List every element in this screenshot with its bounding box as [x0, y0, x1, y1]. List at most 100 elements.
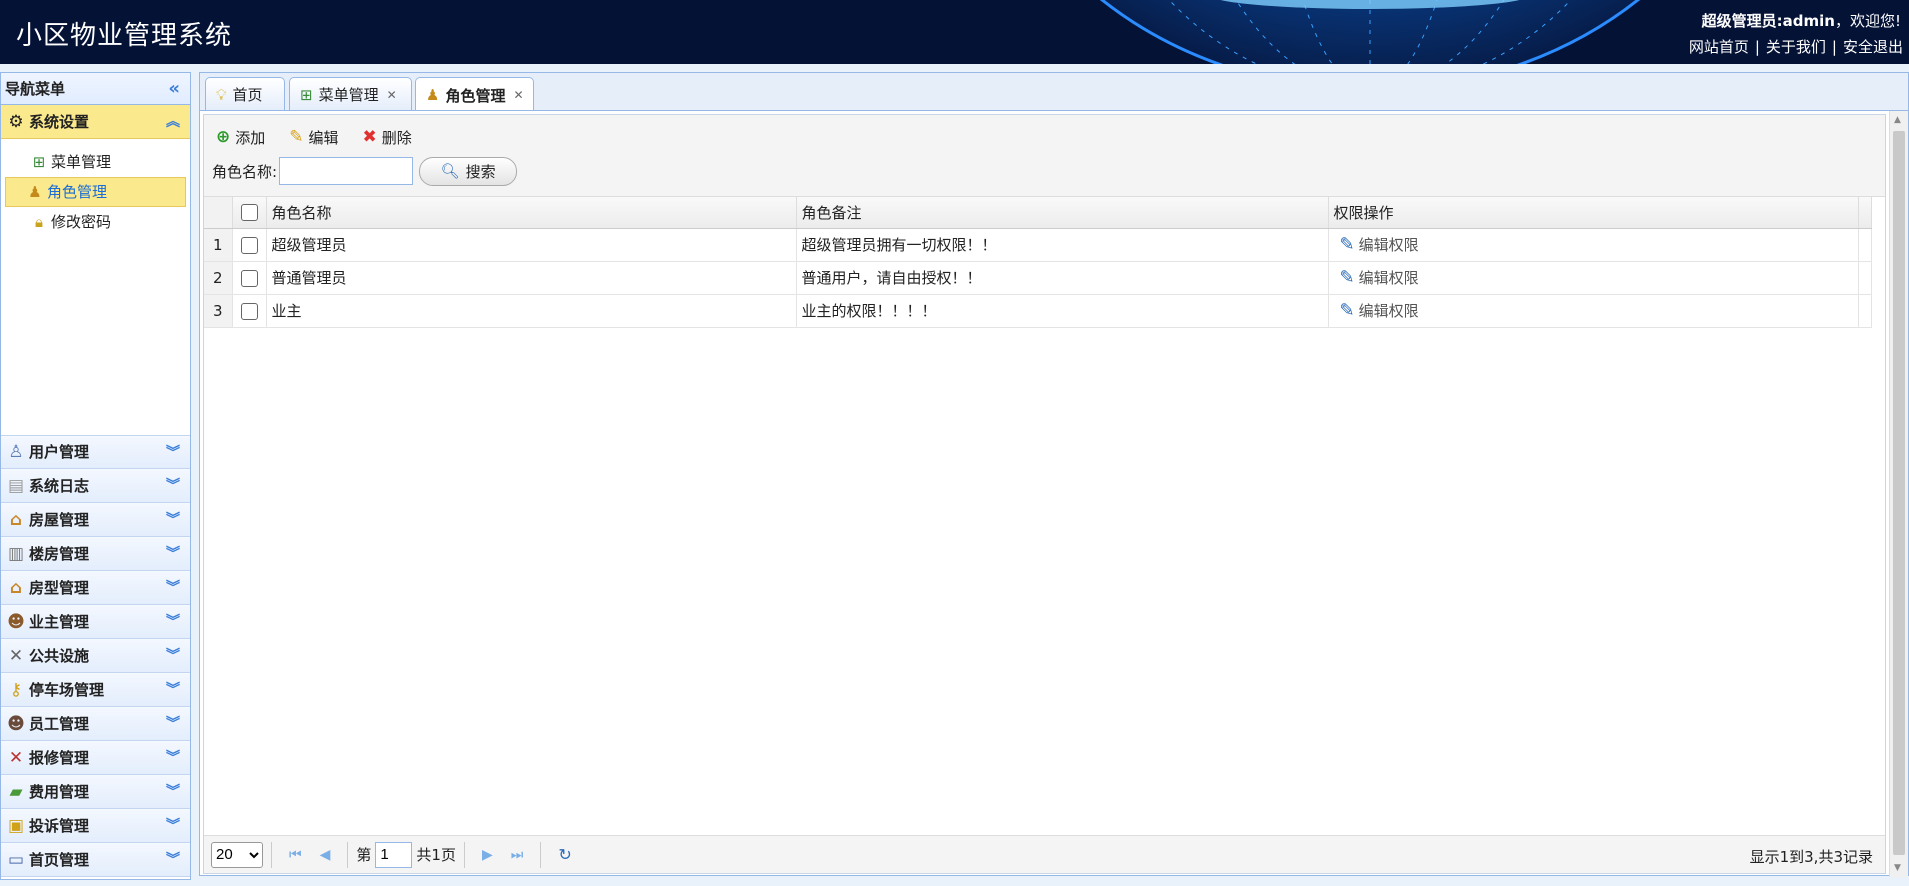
table-row[interactable]: 1 超级管理员 超级管理员拥有一切权限！！ ✎ 编辑权限 [204, 228, 1872, 262]
link-separator: | [1754, 38, 1760, 56]
search-button[interactable]: 🔍︎ 搜索 [419, 156, 518, 186]
chevron-down-icon[interactable]: ︾ [166, 741, 180, 775]
link-about[interactable]: 关于我们 [1766, 38, 1826, 56]
edit-permission-link[interactable]: ✎ 编辑权限 [1334, 300, 1419, 321]
column-header-role-name[interactable]: 角色名称 [266, 197, 797, 229]
row-number: 1 [204, 228, 233, 262]
edit-button-label: 编辑 [308, 128, 339, 147]
sidebar-group-facilities[interactable]: ✕ 公共设施 ︾ [1, 639, 190, 673]
chevron-down-icon[interactable]: ︾ [166, 503, 180, 537]
scroll-up-icon[interactable]: ▲ [1894, 115, 1901, 125]
edit-permission-link[interactable]: ✎ 编辑权限 [1334, 267, 1419, 288]
chevron-up-icon[interactable]: ︽ [166, 105, 180, 139]
column-header-role-remark[interactable]: 角色备注 [796, 197, 1329, 229]
pager-info: 显示1到3,共3记录 [1749, 848, 1873, 866]
sidebar-group-house-types[interactable]: ⌂ 房型管理 ︾ [1, 571, 190, 605]
chevron-down-icon[interactable]: ︾ [166, 537, 180, 571]
sidebar-group-parking[interactable]: ⚷ 停车场管理 ︾ [1, 673, 190, 707]
cell-role-remark: 超级管理员拥有一切权限！！ [796, 228, 1329, 262]
first-page-icon[interactable]: ⏮︎ [289, 847, 302, 863]
edit-button[interactable]: ✎ 编辑 [289, 127, 338, 148]
sidebar-item-label: 菜单管理 [51, 153, 112, 171]
total-pages: 共1页 [416, 846, 456, 864]
row-checkbox[interactable] [240, 236, 258, 254]
scrollbar-thumb[interactable] [1893, 131, 1905, 855]
sidebar-group-label: 楼房管理 [29, 544, 90, 563]
column-header-permission[interactable]: 权限操作 [1328, 197, 1859, 229]
user-role: 超级管理员:admin [1701, 12, 1835, 30]
gear-icon: ⚙ [8, 111, 24, 132]
table-row[interactable]: 3 业主 业主的权限！！！！ ✎ 编辑权限 [204, 294, 1872, 328]
close-icon[interactable]: ✕ [387, 88, 397, 102]
sidebar-group-label: 停车场管理 [29, 680, 105, 699]
tab-role-management[interactable]: ♟ 角色管理 ✕ [415, 77, 534, 112]
sidebar-item-menu-management[interactable]: ⊞ 菜单管理 [5, 147, 186, 177]
sidebar-group-houses[interactable]: ⌂ 房屋管理 ︾ [1, 503, 190, 537]
chevron-down-icon[interactable]: ︾ [166, 843, 180, 877]
chevron-down-icon[interactable]: ︾ [166, 605, 180, 639]
tab-home[interactable]: 💡︎ 首页 [205, 77, 285, 111]
select-all-checkbox[interactable] [240, 204, 258, 222]
link-site-home[interactable]: 网站首页 [1689, 38, 1749, 56]
sitemap-icon: ⊞ [32, 153, 46, 171]
key-icon: ⚷ [9, 679, 23, 700]
header-links: 网站首页 | 关于我们 | 安全退出 [1689, 36, 1903, 57]
pager-separator [463, 841, 465, 868]
delete-button[interactable]: ✖ 删除 [363, 127, 412, 148]
link-logout[interactable]: 安全退出 [1843, 38, 1903, 56]
chevron-down-icon[interactable]: ︾ [166, 775, 180, 809]
sidebar: 导航菜单 « ⚙ 系统设置 ︽ ⊞ 菜单管理 ♟ 角色管理 🔒︎ 修改密码 ♙ … [0, 72, 191, 880]
table-row[interactable]: 2 普通管理员 普通用户，请自由授权！！ ✎ 编辑权限 [204, 261, 1872, 295]
refresh-icon[interactable]: ↻ [558, 845, 571, 864]
cell-role-remark: 业主的权限！！！！ [796, 294, 1329, 328]
edit-permission-link[interactable]: ✎ 编辑权限 [1334, 234, 1419, 255]
sidebar-group-buildings[interactable]: ▥ 楼房管理 ︾ [1, 537, 190, 571]
sidebar-group-label: 员工管理 [29, 714, 90, 733]
row-checkbox[interactable] [240, 269, 258, 287]
row-checkbox[interactable] [240, 302, 258, 320]
chevron-down-icon[interactable]: ︾ [166, 809, 180, 843]
page-prefix: 第 [356, 846, 372, 864]
chevron-down-icon[interactable]: ︾ [166, 436, 180, 470]
chevron-down-icon[interactable]: ︾ [166, 571, 180, 605]
sidebar-group-label: 房屋管理 [29, 510, 90, 529]
sidebar-item-change-password[interactable]: 🔒︎ 修改密码 [5, 207, 186, 237]
chevron-down-icon[interactable]: ︾ [166, 707, 180, 741]
sidebar-group-logs[interactable]: ▤ 系统日志 ︾ [1, 469, 190, 503]
plus-icon: ⊕ [216, 127, 231, 147]
sidebar-group-homepage[interactable]: ▭ 首页管理 ︾ [1, 843, 190, 877]
chevron-down-icon[interactable]: ︾ [166, 673, 180, 707]
sidebar-group-system-settings[interactable]: ⚙ 系统设置 ︽ [1, 105, 190, 139]
close-icon[interactable]: ✕ [513, 88, 523, 102]
search-icon: 🔍︎ [440, 162, 460, 180]
collapse-left-icon[interactable]: « [168, 73, 180, 105]
sidebar-group-repairs[interactable]: ✕ 报修管理 ︾ [1, 741, 190, 775]
pagination-bar: 20 ⏮︎ ◀ 第 共1页 ▶ ⏭︎ ↻ 显示1到3,共3记录 [204, 835, 1885, 873]
sidebar-group-fees[interactable]: ▰ 费用管理 ︾ [1, 775, 190, 809]
sidebar-group-owners[interactable]: ☻ 业主管理 ︾ [1, 605, 190, 639]
house-type-icon: ⌂ [9, 577, 23, 598]
delete-button-label: 删除 [381, 128, 412, 147]
sidebar-group-staff[interactable]: ☻ 员工管理 ︾ [1, 707, 190, 741]
page-size-select[interactable]: 20 [211, 841, 263, 868]
welcome-text: ，欢迎您! [1834, 12, 1901, 30]
sidebar-item-role-management[interactable]: ♟ 角色管理 [5, 177, 186, 207]
add-button[interactable]: ⊕ 添加 [216, 127, 265, 148]
role-table: 角色名称 角色备注 权限操作 1 超级管理员 超级管理员拥有一切权限！！ ✎ 编… [204, 197, 1872, 328]
role-icon: ♟ [426, 86, 440, 104]
tab-menu-management[interactable]: ⊞ 菜单管理 ✕ [289, 77, 412, 111]
prev-page-icon[interactable]: ◀ [320, 847, 331, 863]
sidebar-group-users[interactable]: ♙ 用户管理 ︾ [1, 435, 190, 469]
chevron-down-icon[interactable]: ︾ [166, 639, 180, 673]
row-checkbox-cell [232, 228, 267, 262]
vertical-scrollbar[interactable]: ▲ ▼ [1889, 111, 1908, 877]
sidebar-group-complaints[interactable]: ▣ 投诉管理 ︾ [1, 809, 190, 843]
scroll-down-icon[interactable]: ▼ [1894, 863, 1901, 873]
role-name-input[interactable] [279, 157, 414, 185]
next-page-icon[interactable]: ▶ [482, 847, 493, 863]
page-number-input[interactable] [375, 841, 413, 868]
chevron-down-icon[interactable]: ︾ [166, 469, 180, 503]
last-page-icon[interactable]: ⏭︎ [511, 847, 524, 863]
sidebar-group-label: 报修管理 [29, 748, 90, 767]
sidebar-group-label: 系统设置 [29, 112, 90, 131]
